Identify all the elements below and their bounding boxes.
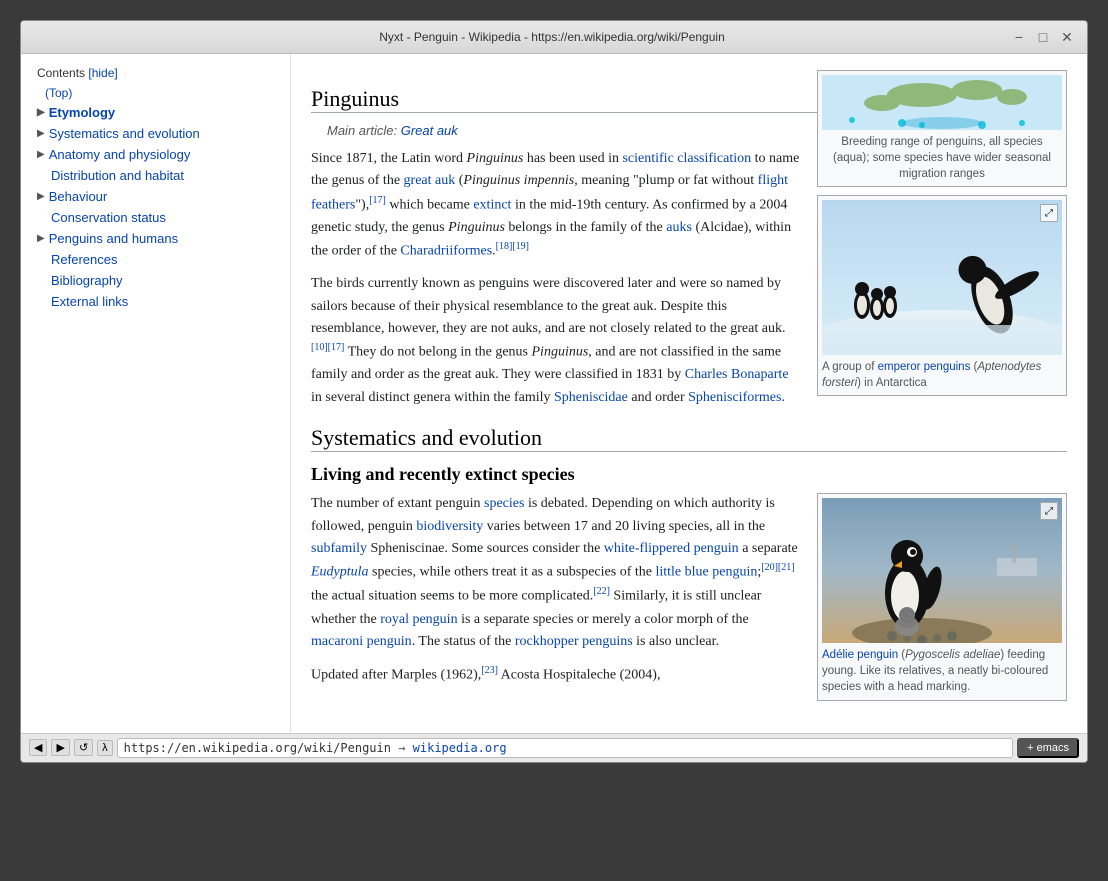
sphenisciformes-link[interactable]: Sphenisciformes xyxy=(688,390,781,405)
systematics-link[interactable]: Systematics and evolution xyxy=(49,126,200,141)
window-title: Nyxt - Penguin - Wikipedia - https://en.… xyxy=(93,30,1011,44)
sidebar-contents-header: Contents [hide] xyxy=(21,62,290,84)
external-link[interactable]: External links xyxy=(51,294,128,309)
window-controls: − □ ✕ xyxy=(1011,29,1075,45)
great-auk-link[interactable]: Great auk xyxy=(401,123,458,138)
url-text: https://en.wikipedia.org/wiki/Penguin xyxy=(124,741,391,755)
species-link[interactable]: species xyxy=(484,496,524,511)
sidebar-item-behaviour[interactable]: ▶ Behaviour xyxy=(21,186,290,207)
bibliography-link[interactable]: Bibliography xyxy=(51,273,123,288)
scientific-classification-link[interactable]: scientific classification xyxy=(622,151,751,166)
sidebar-item-distribution[interactable]: Distribution and habitat xyxy=(21,165,290,186)
statusbar: ◀ ▶ ↺ λ https://en.wikipedia.org/wiki/Pe… xyxy=(21,733,1087,762)
forward-button[interactable]: ▶ xyxy=(51,739,69,756)
main-content: Breeding range of penguins, all species … xyxy=(291,54,1087,733)
auks-link[interactable]: auks xyxy=(666,220,692,235)
reload-button[interactable]: ↺ xyxy=(74,739,93,756)
close-button[interactable]: ✕ xyxy=(1059,29,1075,45)
charadriiformes-link[interactable]: Charadriiformes xyxy=(400,244,492,259)
emperor-penguins-link[interactable]: emperor penguins xyxy=(878,361,971,373)
sidebar-item-penguins-humans[interactable]: ▶ Penguins and humans xyxy=(21,228,290,249)
sidebar-top-link[interactable]: (Top) xyxy=(21,84,290,102)
sidebar: Contents [hide] (Top) ▶ Etymology ▶ Syst… xyxy=(21,54,291,733)
browser-window: Nyxt - Penguin - Wikipedia - https://en.… xyxy=(20,20,1088,763)
sidebar-item-anatomy[interactable]: ▶ Anatomy and physiology xyxy=(21,144,290,165)
maximize-button[interactable]: □ xyxy=(1035,29,1051,45)
emperor-penguin-caption: A group of emperor penguins (Aptenodytes… xyxy=(822,359,1062,391)
extinct-link[interactable]: extinct xyxy=(473,197,511,212)
royal-penguin-link[interactable]: royal penguin xyxy=(380,612,457,627)
arrow-icon: ▶ xyxy=(37,149,45,160)
expand-icon-2[interactable]: ⤢ xyxy=(1040,502,1058,520)
emacs-button[interactable]: + emacs xyxy=(1017,738,1079,758)
url-domain: wikipedia.org xyxy=(413,741,507,755)
adelie-penguin-image: ⤢ xyxy=(822,498,1062,643)
url-bar[interactable]: https://en.wikipedia.org/wiki/Penguin → … xyxy=(117,738,1013,758)
bonaparte-link[interactable]: Bonaparte xyxy=(731,367,789,382)
map-image xyxy=(822,75,1062,130)
behaviour-link[interactable]: Behaviour xyxy=(49,189,108,204)
sidebar-item-systematics[interactable]: ▶ Systematics and evolution xyxy=(21,123,290,144)
content-area: Contents [hide] (Top) ▶ Etymology ▶ Syst… xyxy=(21,54,1087,733)
macaroni-link[interactable]: macaroni penguin xyxy=(311,634,412,649)
main-article-label: Main article: xyxy=(327,123,401,138)
nav-buttons: ◀ ▶ ↺ λ xyxy=(29,739,113,756)
great-auk-link2[interactable]: great auk xyxy=(404,173,456,188)
conservation-link[interactable]: Conservation status xyxy=(51,210,166,225)
arrow-icon: ▶ xyxy=(37,191,45,202)
emperor-penguin-image: ⤢ xyxy=(822,200,1062,355)
adelie-penguin-box: ⤢ Adélie penguin (Pygoscelis adeliae) fe… xyxy=(817,493,1067,700)
anatomy-link[interactable]: Anatomy and physiology xyxy=(49,147,191,162)
url-arrow: → xyxy=(398,741,412,755)
adelie-caption: Adélie penguin (Pygoscelis adeliae) feed… xyxy=(822,647,1062,695)
map-image-box: Breeding range of penguins, all species … xyxy=(817,70,1067,187)
systematics-heading: Systematics and evolution xyxy=(311,425,1067,452)
rockhopper-link[interactable]: rockhopper penguins xyxy=(515,634,633,649)
hide-link[interactable]: [hide] xyxy=(88,66,117,80)
contents-label: Contents xyxy=(37,66,85,80)
titlebar: Nyxt - Penguin - Wikipedia - https://en.… xyxy=(21,21,1087,54)
arrow-icon: ▶ xyxy=(37,233,45,244)
living-species-heading: Living and recently extinct species xyxy=(311,464,1067,485)
references-link[interactable]: References xyxy=(51,252,117,267)
back-button[interactable]: ◀ xyxy=(29,739,47,756)
emperor-penguin-box: ⤢ A group of emperor penguins (Aptenodyt… xyxy=(817,195,1067,396)
adelie-link[interactable]: Adélie penguin xyxy=(822,649,898,661)
arrow-icon: ▶ xyxy=(37,107,45,118)
map-caption: Breeding range of penguins, all species … xyxy=(822,134,1062,182)
little-blue-link[interactable]: little blue penguin xyxy=(655,565,757,580)
etymology-link[interactable]: Etymology xyxy=(49,105,115,120)
sidebar-item-etymology[interactable]: ▶ Etymology xyxy=(21,102,290,123)
lambda-button[interactable]: λ xyxy=(97,740,113,756)
penguins-humans-link[interactable]: Penguins and humans xyxy=(49,231,178,246)
white-flippered-link[interactable]: white-flippered penguin xyxy=(604,541,739,556)
sidebar-item-bibliography[interactable]: Bibliography xyxy=(21,270,290,291)
arrow-icon: ▶ xyxy=(37,128,45,139)
minimize-button[interactable]: − xyxy=(1011,29,1027,45)
sidebar-item-references[interactable]: References xyxy=(21,249,290,270)
sidebar-item-conservation[interactable]: Conservation status xyxy=(21,207,290,228)
expand-icon[interactable]: ⤢ xyxy=(1040,204,1058,222)
subfamily-link[interactable]: subfamily xyxy=(311,541,367,556)
biodiversity-link[interactable]: biodiversity xyxy=(416,519,483,534)
sidebar-item-external[interactable]: External links xyxy=(21,291,290,312)
eudyptula-link[interactable]: Eudyptula xyxy=(311,565,369,580)
spheniscidae-link[interactable]: Spheniscidae xyxy=(554,390,628,405)
charles-link[interactable]: Charles xyxy=(685,367,728,382)
distribution-link[interactable]: Distribution and habitat xyxy=(51,168,184,183)
